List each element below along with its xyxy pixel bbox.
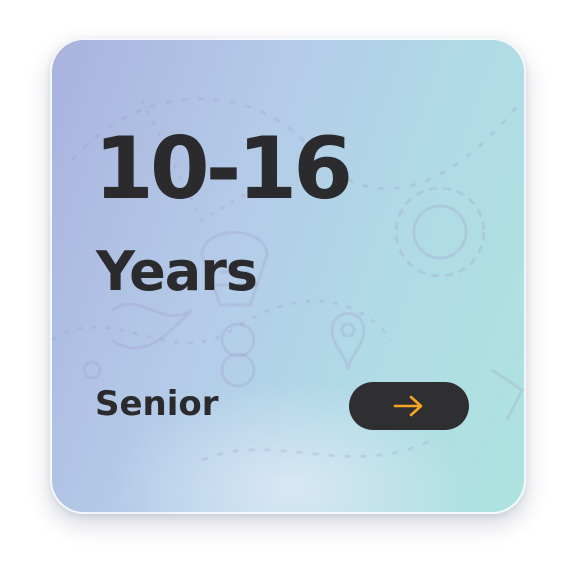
level-label: Senior [95,384,219,424]
arrow-right-icon [392,394,426,418]
age-group-card[interactable]: 10-16 Years Senior [50,38,526,514]
age-unit: Years [96,240,258,303]
next-button[interactable] [349,382,469,430]
age-range: 10-16 [94,119,353,219]
